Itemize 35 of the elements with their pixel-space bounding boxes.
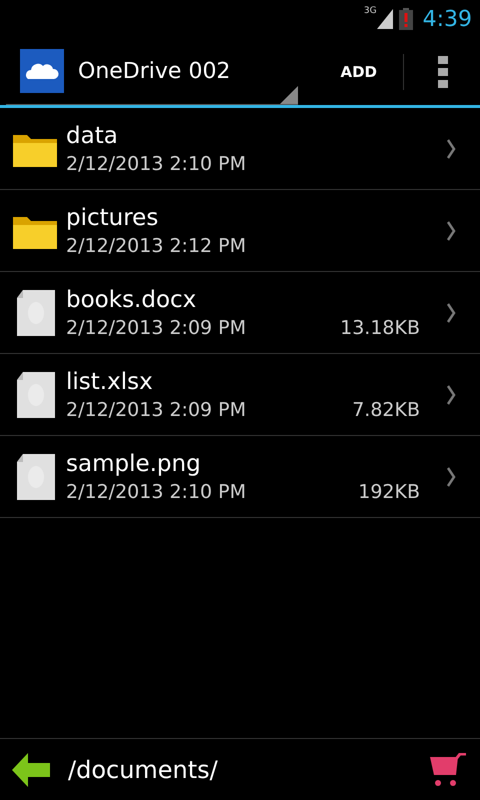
chevron-icon [446,220,456,240]
modified-date: 2/12/2013 2:12 PM [66,234,246,256]
dropdown-corner-icon [280,86,298,104]
modified-date: 2/12/2013 2:10 PM [66,152,246,174]
file-row[interactable]: books.docx 2/12/2013 2:09 PM 13.18KB [0,272,480,354]
current-path: /documents/ [68,756,219,784]
file-name: list.xlsx [66,368,154,394]
battery-icon [398,8,413,30]
account-spinner[interactable]: OneDrive 002 [6,38,298,105]
file-size: 7.82KB [352,398,420,420]
file-row[interactable]: list.xlsx 2/12/2013 2:09 PM 7.82KB [0,354,480,436]
file-size: 13.18KB [340,316,420,338]
file-name: data [66,122,119,148]
file-row[interactable]: data 2/12/2013 2:10 PM [0,108,480,190]
chevron-icon [446,138,456,158]
signal-icon [376,9,393,29]
file-size: 192KB [358,480,420,502]
chevron-icon [446,302,456,322]
modified-date: 2/12/2013 2:09 PM [66,316,246,338]
overflow-menu-icon[interactable] [438,56,448,88]
cart-icon[interactable] [430,752,468,786]
clock: 4:39 [422,6,472,32]
file-row[interactable]: pictures 2/12/2013 2:12 PM [0,190,480,272]
file-row[interactable]: sample.png 2/12/2013 2:10 PM 192KB [0,436,480,518]
file-name: books.docx [66,286,198,312]
cloud-icon [20,49,64,93]
back-arrow-icon[interactable] [12,752,50,786]
modified-date: 2/12/2013 2:10 PM [66,480,246,502]
chevron-icon [446,384,456,404]
modified-date: 2/12/2013 2:09 PM [66,398,246,420]
file-name: pictures [66,204,160,230]
file-name: sample.png [66,450,202,476]
add-button[interactable]: ADD [326,52,391,90]
chevron-icon [446,466,456,486]
network-label: 3G [364,6,377,16]
